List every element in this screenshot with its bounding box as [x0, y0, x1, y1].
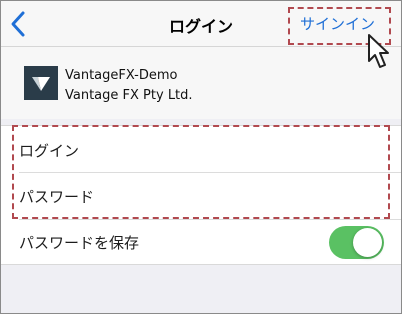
vantage-logo-icon [24, 66, 58, 100]
credentials-highlight [12, 125, 390, 219]
server-company: Vantage FX Pty Ltd. [65, 88, 193, 103]
server-name: VantageFX-Demo [65, 68, 178, 83]
server-info: VantageFX-Demo Vantage FX Pty Ltd. [1, 47, 401, 119]
save-password-label: パスワードを保存 [19, 234, 140, 252]
save-password-toggle[interactable] [329, 226, 384, 259]
mouse-pointer-icon [368, 34, 389, 68]
app-window: ログイン サインイン VantageFX-Demo Vantage FX Pty… [0, 0, 402, 314]
toggle-knob [353, 228, 382, 257]
